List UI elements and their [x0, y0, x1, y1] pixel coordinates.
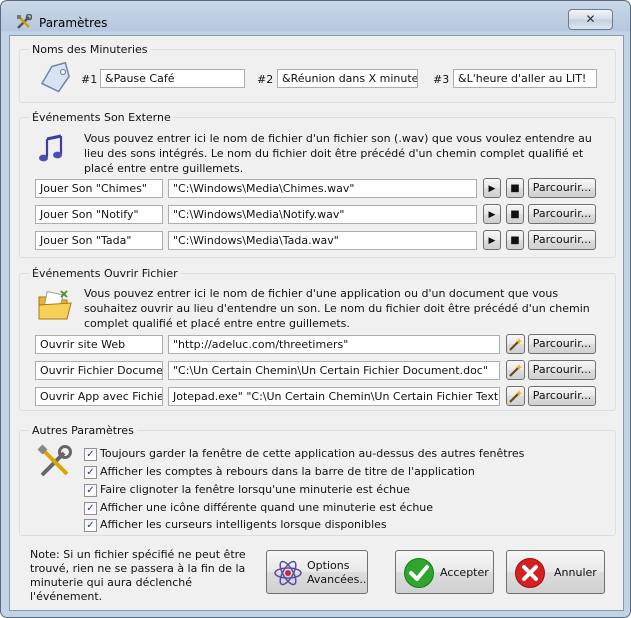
- file-event-label-app: Ouvrir App avec Fichier: [35, 387, 163, 406]
- advanced-options-button[interactable]: Options Avancées...: [266, 550, 368, 594]
- music-notes-icon: [39, 134, 63, 162]
- close-button[interactable]: ✕: [568, 9, 613, 30]
- timer-3-number: #3: [433, 73, 450, 86]
- stop-icon: ■: [510, 209, 520, 220]
- browse-button-app[interactable]: Parcourir...: [528, 386, 596, 406]
- checkbox-always-on-top[interactable]: ✓: [84, 448, 97, 461]
- atom-icon: [274, 560, 302, 586]
- stop-button-tada[interactable]: ■: [506, 230, 524, 250]
- play-icon: ▶: [488, 184, 496, 194]
- option-label: Afficher les curseurs intelligents lorsq…: [100, 518, 387, 531]
- browse-button-chimes[interactable]: Parcourir...: [528, 178, 596, 198]
- timer-2-name-input[interactable]: &Réunion dans X minutes: [277, 69, 418, 88]
- file-path-input-app[interactable]: Jotepad.exe" "C:\Un Certain Chemin\Un Ce…: [168, 387, 500, 406]
- option-label: Afficher les comptes à rebours dans la b…: [100, 465, 475, 478]
- file-events-legend: Événements Ouvrir Fichier: [32, 267, 178, 280]
- timer-1-number: #1: [81, 73, 98, 86]
- play-icon: ▶: [488, 236, 496, 246]
- wand-button-app[interactable]: [506, 386, 525, 406]
- stop-icon: ■: [510, 183, 520, 194]
- stop-icon: ■: [510, 235, 520, 246]
- sound-event-label-tada: Jouer Son "Tada": [35, 231, 163, 250]
- tools-icon: [17, 14, 32, 29]
- window-title: Paramètres: [39, 16, 108, 30]
- checkbox-smart-cursors[interactable]: ✓: [84, 519, 97, 532]
- title-bar[interactable]: Paramètres ✕: [1, 1, 630, 35]
- file-path-input-document[interactable]: "C:\Un Certain Chemin\Un Certain Fichier…: [168, 361, 500, 380]
- accept-label: Accepter: [440, 566, 489, 579]
- play-button-notify[interactable]: ▶: [483, 204, 501, 224]
- browse-button-website[interactable]: Parcourir...: [528, 334, 596, 354]
- sound-events-description: Vous pouvez entrer ici le nom de fichier…: [84, 132, 592, 175]
- other-settings-legend: Autres Paramètres: [32, 424, 134, 437]
- checkbox-expired-icon[interactable]: ✓: [84, 502, 97, 515]
- wand-button-document[interactable]: [506, 360, 525, 380]
- sound-event-label-chimes: Jouer Son "Chimes": [35, 179, 163, 198]
- advanced-label-line2: Avancées...: [307, 573, 368, 586]
- cancel-button[interactable]: Annuler: [506, 550, 605, 594]
- stop-button-chimes[interactable]: ■: [506, 178, 524, 198]
- open-folder-icon: [38, 290, 72, 320]
- browse-button-tada[interactable]: Parcourir...: [528, 230, 596, 250]
- magic-wand-icon: [509, 390, 523, 403]
- wand-button-website[interactable]: [506, 334, 525, 354]
- cancel-label: Annuler: [554, 566, 597, 579]
- timer-3-name-input[interactable]: &L'heure d'aller au LIT!: [453, 69, 597, 88]
- cancel-x-icon: [515, 558, 545, 588]
- footer-note: Note: Si un fichier spécifié ne peut êtr…: [30, 548, 246, 603]
- client-area: Noms des Minuteries #1 &Pause Café #2 &R…: [9, 35, 624, 611]
- sound-path-input-notify[interactable]: "C:\Windows\Media\Notify.wav": [168, 205, 477, 224]
- option-label: Afficher une icône différente quand une …: [100, 501, 434, 514]
- play-button-chimes[interactable]: ▶: [483, 178, 501, 198]
- option-label: Toujours garder la fenêtre de cette appl…: [100, 447, 525, 460]
- sound-path-input-tada[interactable]: "C:\Windows\Media\Tada.wav": [168, 231, 477, 250]
- advanced-label-line1: Options: [307, 559, 350, 572]
- magic-wand-icon: [509, 364, 523, 377]
- browse-button-notify[interactable]: Parcourir...: [528, 204, 596, 224]
- timer-1-name-input[interactable]: &Pause Café: [100, 69, 245, 88]
- option-label: Faire clignoter la fenêtre lorsqu'une mi…: [100, 483, 410, 496]
- check-icon: [404, 558, 434, 588]
- browse-button-document[interactable]: Parcourir...: [528, 360, 596, 380]
- timer-2-number: #2: [257, 73, 274, 86]
- file-event-label-document: Ouvrir Fichier Documen: [35, 361, 163, 380]
- tag-icon: [40, 62, 70, 93]
- sound-events-legend: Événements Son Externe: [32, 111, 171, 124]
- accept-button[interactable]: Accepter: [395, 550, 494, 594]
- checkbox-flash-window[interactable]: ✓: [84, 484, 97, 497]
- file-events-description: Vous pouvez entrer ici le nom de fichier…: [84, 287, 590, 330]
- close-icon: ✕: [585, 12, 596, 26]
- sound-event-label-notify: Jouer Son "Notify": [35, 205, 163, 224]
- wrench-screwdriver-icon: [37, 444, 72, 477]
- timer-names-legend: Noms des Minuteries: [32, 43, 148, 56]
- file-path-input-website[interactable]: "http://adeluc.com/threetimers": [168, 335, 500, 354]
- play-icon: ▶: [488, 210, 496, 220]
- file-event-label-website: Ouvrir site Web: [35, 335, 163, 354]
- sound-path-input-chimes[interactable]: "C:\Windows\Media\Chimes.wav": [168, 179, 477, 198]
- settings-window: Paramètres ✕ Noms des Minuteries #1 &Pau…: [0, 0, 631, 618]
- stop-button-notify[interactable]: ■: [506, 204, 524, 224]
- play-button-tada[interactable]: ▶: [483, 230, 501, 250]
- checkbox-countdown-in-title[interactable]: ✓: [84, 466, 97, 479]
- magic-wand-icon: [509, 338, 523, 351]
